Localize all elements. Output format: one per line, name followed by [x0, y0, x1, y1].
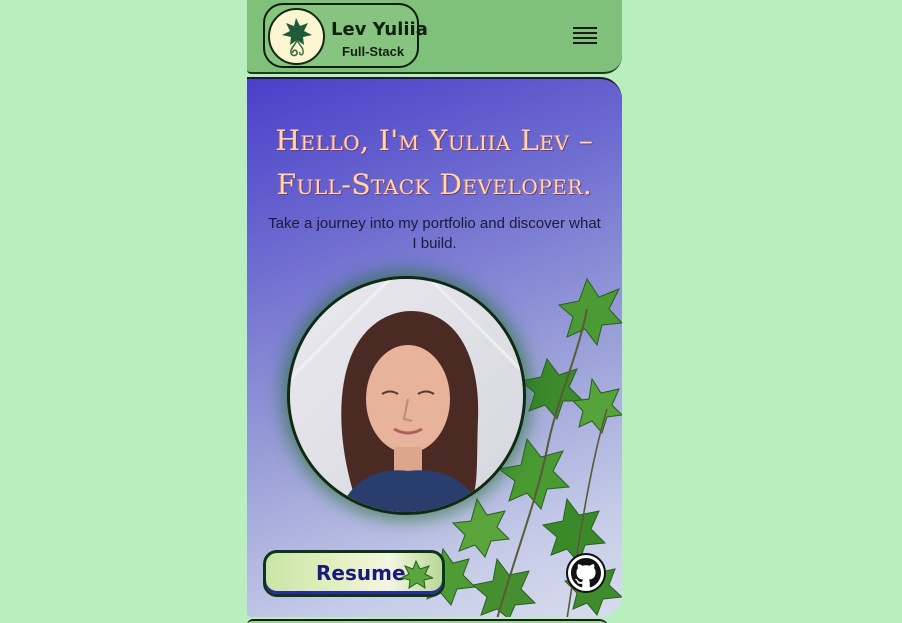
hero-section: Hello, I'm Yuliia Lev – Full-Stack Devel… — [247, 77, 622, 617]
github-icon[interactable] — [566, 553, 606, 593]
next-section-edge — [247, 619, 609, 623]
resume-button[interactable]: Resume — [263, 550, 445, 597]
brand-name: Lev Yuliia — [331, 19, 428, 40]
resume-label: Resume — [316, 561, 406, 585]
mobile-viewport: Lev Yuliia Full-Stack Hello, I'm Yuliia … — [247, 0, 622, 623]
hero-title: Hello, I'm Yuliia Lev – Full-Stack Devel… — [275, 124, 594, 201]
site-header: Lev Yuliia Full-Stack — [247, 0, 622, 74]
ivy-leaf-icon — [399, 559, 433, 589]
portrait-photo — [287, 276, 526, 515]
hamburger-menu-icon[interactable] — [573, 24, 599, 46]
ivy-leaf-icon — [268, 8, 325, 65]
brand-badge[interactable]: Lev Yuliia Full-Stack — [263, 3, 428, 68]
brand-role: Full-Stack — [342, 44, 405, 59]
hero-subtitle: Take a journey into my portfolio and dis… — [268, 215, 601, 252]
